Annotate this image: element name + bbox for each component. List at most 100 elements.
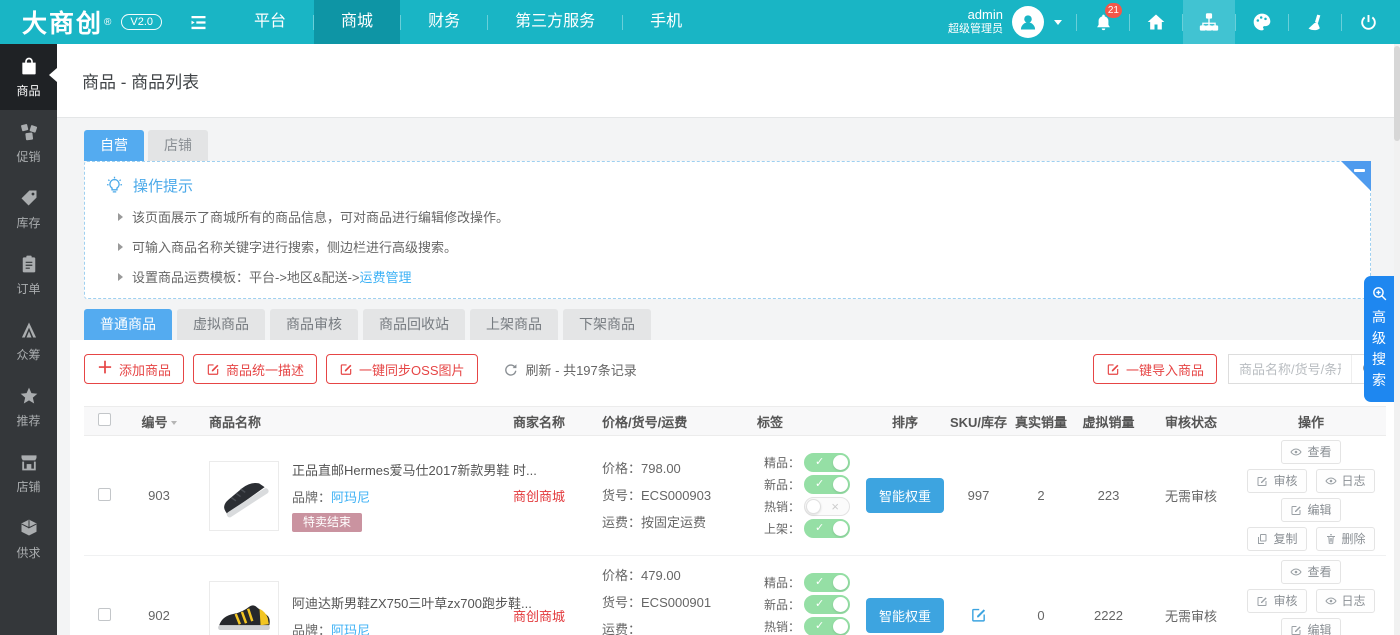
menu-item-mobile[interactable]: 手机 [623,0,709,44]
edit-button[interactable]: 编辑 [1281,618,1340,635]
new-toggle[interactable] [804,475,850,494]
real-sales: 2 [1011,488,1071,503]
sidebar-item-stock[interactable]: 库存 [0,176,57,242]
tip-line: 该页面展示了商城所有的商品信息，可对商品进行编辑修改操作。 [118,207,1350,226]
page-title-bar: 商品 - 商品列表 [57,44,1400,118]
advanced-search-button[interactable]: 高级搜索 [1364,276,1394,402]
goods-type-tabs: 普通商品 虚拟商品 商品审核 商品回收站 上架商品 下架商品 [84,309,1400,340]
table-row: 902 阿迪达斯男鞋ZX750三叶草zx700跑步鞋... 品牌：阿玛尼 商创商… [84,556,1386,635]
tab-recycle-bin[interactable]: 商品回收站 [363,309,465,340]
search-plus-icon [1371,285,1388,302]
collapse-tips-button[interactable] [1341,161,1371,191]
import-goods-button[interactable]: 一键导入商品 [1093,354,1217,384]
sku-stock: 997 [946,488,1011,503]
logo-text: 大商创 [22,4,103,40]
tab-on-sale[interactable]: 上架商品 [470,309,558,340]
on-sale-toggle[interactable] [804,519,850,538]
scrollbar[interactable] [1394,44,1400,635]
brand-label: 品牌： [292,490,331,505]
best-toggle[interactable] [804,573,850,592]
shipping-manage-link[interactable]: 运费管理 [360,270,412,285]
log-button[interactable]: 日志 [1316,589,1375,613]
advanced-search-label: 高级搜索 [1371,307,1387,391]
best-toggle[interactable] [804,453,850,472]
header-audit-status: 审核状态 [1146,412,1236,431]
log-button[interactable]: 日志 [1316,469,1375,493]
new-toggle[interactable] [804,595,850,614]
toggle-knob [833,619,848,634]
tab-off-sale[interactable]: 下架商品 [563,309,651,340]
collapse-menu-icon[interactable] [188,12,209,33]
operation-tips-box: 操作提示 该页面展示了商城所有的商品信息，可对商品进行编辑修改操作。 可输入商品… [84,161,1371,299]
sidebar-item-supply-demand[interactable]: 供求 [0,506,57,572]
sn-value: ECS000903 [641,488,711,503]
price-info: 价格：798.00 货号：ECS000903 运费：按固定运费 [594,455,749,536]
sidebar-item-shops[interactable]: 店铺 [0,440,57,506]
scrollbar-thumb[interactable] [1394,46,1400,141]
view-button[interactable]: 查看 [1281,440,1340,464]
tips-title-row: 操作提示 [105,175,1350,196]
sidebar-item-goods[interactable]: 商品 [0,44,57,110]
sync-oss-images-button[interactable]: 一键同步OSS图片 [326,354,477,384]
menu-item-platform[interactable]: 平台 [227,0,313,44]
logout-button[interactable] [1342,0,1394,44]
lightbulb-icon [105,176,124,195]
sidebar-item-recommend[interactable]: 推荐 [0,374,57,440]
menu-item-finance[interactable]: 财务 [401,0,487,44]
row-checkbox[interactable] [98,488,111,501]
sidebar-item-crowdfunding[interactable]: 众筹 [0,308,57,374]
home-button[interactable] [1130,0,1182,44]
product-image[interactable] [209,581,279,635]
refresh-record-count[interactable]: 刷新 - 共197条记录 [503,360,637,379]
select-all-checkbox[interactable] [98,413,111,426]
audit-button[interactable]: 审核 [1247,589,1306,613]
audit-button[interactable]: 审核 [1247,469,1306,493]
tab-virtual-goods[interactable]: 虚拟商品 [177,309,265,340]
sku-edit-icon[interactable] [970,606,987,623]
menu-item-mall[interactable]: 商城 [314,0,400,44]
avatar[interactable] [1012,6,1044,38]
smart-weight-button[interactable]: 智能权重 [866,598,944,633]
user-role: 超级管理员 [948,23,1003,37]
row-checkbox[interactable] [98,608,111,621]
user-info[interactable]: admin 超级管理员 [948,7,1003,37]
sale-ended-badge: 特卖结束 [292,513,362,532]
tag-toggles: 精品： 新品： 热销： 上架： [749,572,864,635]
sidebar-item-orders[interactable]: 订单 [0,242,57,308]
clear-cache-button[interactable] [1289,0,1341,44]
view-button[interactable]: 查看 [1281,560,1340,584]
hot-toggle[interactable] [804,497,850,516]
bullet-arrow-icon [118,243,123,251]
unify-description-button[interactable]: 商品统一描述 [193,354,317,384]
theme-palette-button[interactable] [1236,0,1288,44]
toggle-knob [806,499,821,514]
brand-link[interactable]: 阿玛尼 [331,623,370,635]
real-sales: 0 [1011,608,1071,623]
notifications-button[interactable]: 21 [1077,0,1129,44]
store-name[interactable]: 商创商城 [484,486,594,505]
brand-link[interactable]: 阿玛尼 [331,490,370,505]
tab-normal-goods[interactable]: 普通商品 [84,309,172,340]
edit-button[interactable]: 编辑 [1281,498,1340,522]
search-input[interactable] [1229,362,1351,377]
add-goods-button[interactable]: ＋添加商品 [84,354,184,384]
header-sku-stock: SKU/库存 [946,412,1011,431]
sn-value: ECS000901 [641,595,711,610]
smart-weight-button[interactable]: 智能权重 [866,478,944,513]
copy-button[interactable]: 复制 [1247,527,1306,551]
sidebar-item-promotion[interactable]: 促销 [0,110,57,176]
header-id[interactable]: 编号 [124,412,194,431]
header-price-sn-shipping: 价格/货号/运费 [594,412,749,431]
product-title[interactable]: 正品直邮Hermes爱马仕2017新款男鞋 时... [292,460,537,479]
store-name[interactable]: 商创商城 [484,606,594,625]
sitemap-button[interactable] [1183,0,1235,44]
chevron-down-icon[interactable] [1054,20,1062,25]
menu-item-third-party[interactable]: 第三方服务 [488,0,622,44]
tab-goods-audit[interactable]: 商品审核 [270,309,358,340]
delete-button[interactable]: 删除 [1316,527,1375,551]
toggle-knob [833,477,848,492]
product-image[interactable] [209,461,279,531]
tab-self-operated[interactable]: 自营 [84,130,144,161]
tab-store[interactable]: 店铺 [148,130,208,161]
hot-toggle[interactable] [804,617,850,635]
